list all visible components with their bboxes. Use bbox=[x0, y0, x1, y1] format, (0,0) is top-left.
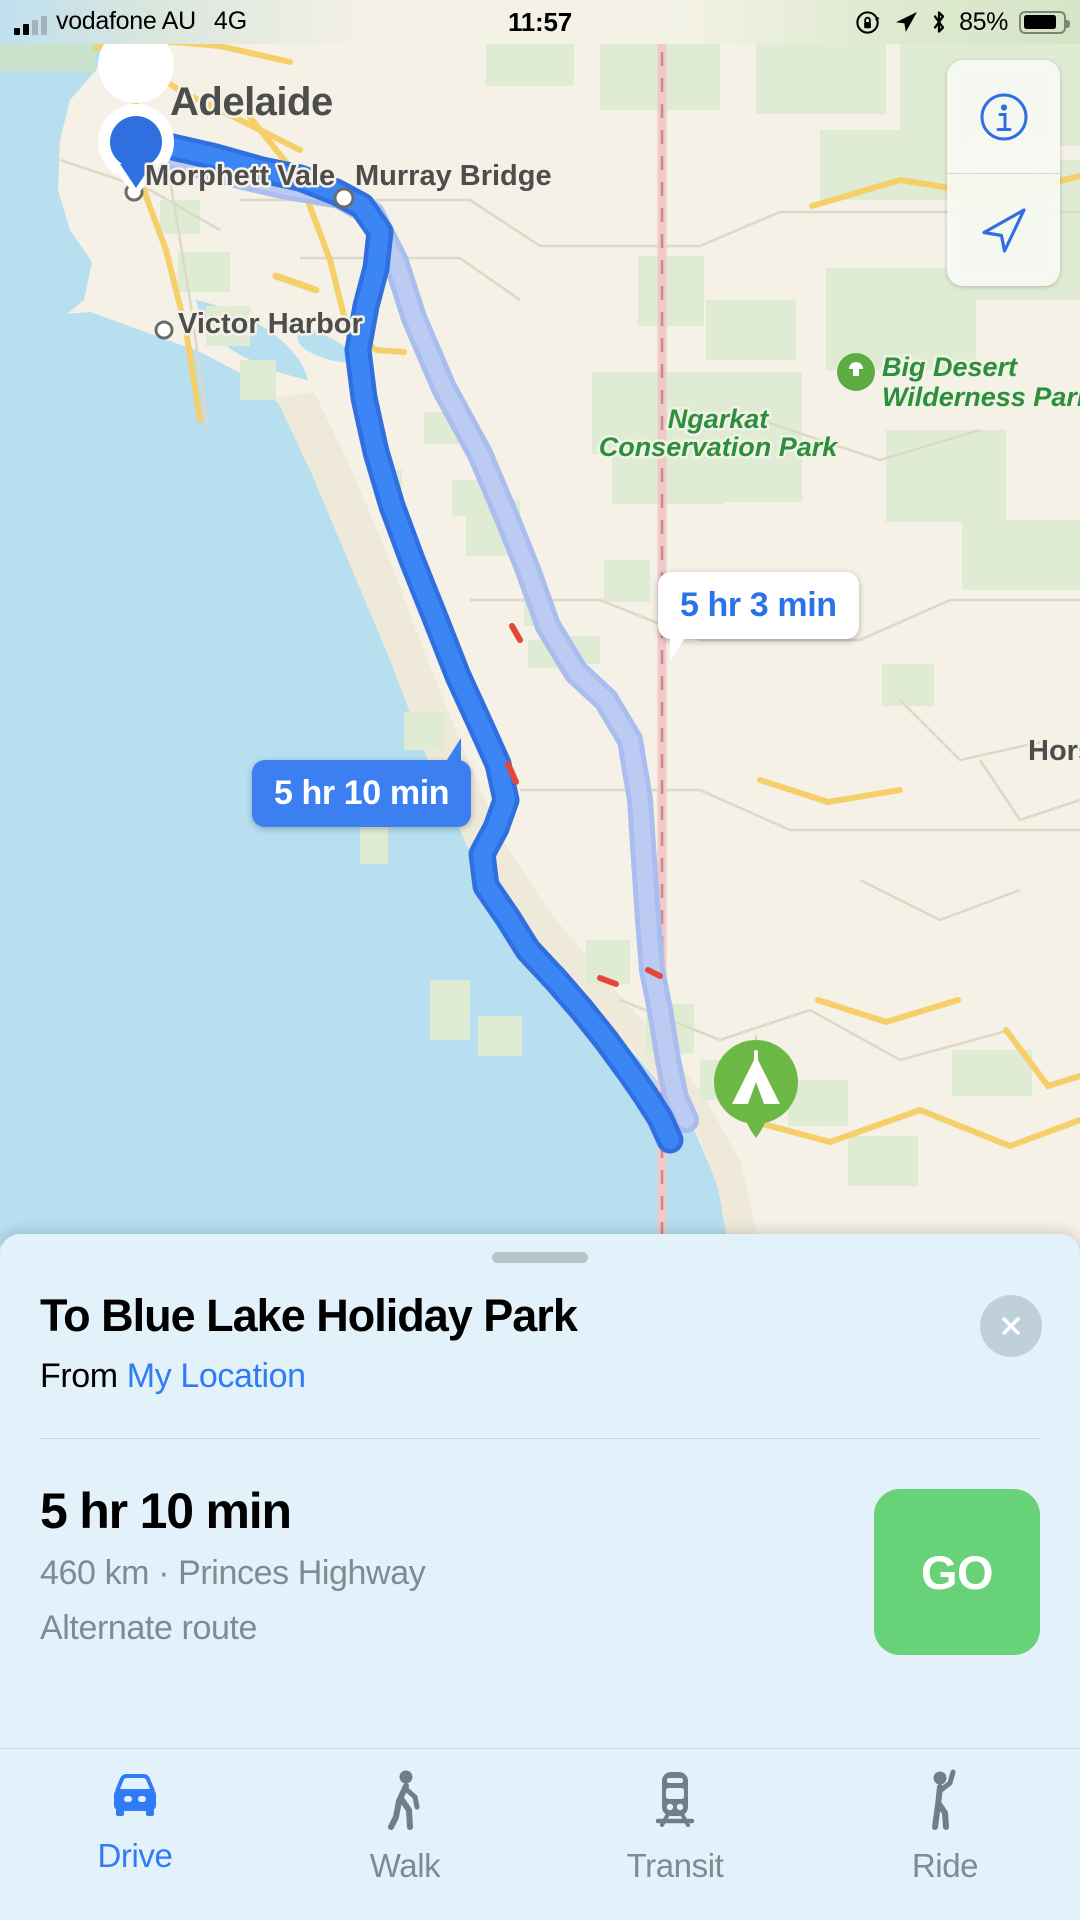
tab-walk[interactable]: Walk bbox=[270, 1769, 540, 1885]
destination-title: To Blue Lake Holiday Park bbox=[40, 1290, 578, 1341]
maps-app-screen: vodafone AU 4G 11:57 85% Adelaide Morphe… bbox=[0, 0, 1080, 1920]
route-duration: 5 hr 10 min bbox=[40, 1483, 292, 1539]
train-icon bbox=[655, 1772, 695, 1827]
svg-text:Morphett Vale: Morphett Vale bbox=[145, 160, 335, 192]
map-info-button[interactable] bbox=[947, 60, 1060, 173]
locate-arrow-icon bbox=[981, 208, 1026, 253]
directions-sheet: To Blue Lake Holiday Park From My Locati… bbox=[0, 1234, 1080, 1920]
svg-text:Hors: Hors bbox=[1028, 735, 1080, 767]
status-bar-clock: 11:57 bbox=[507, 6, 573, 37]
close-button[interactable] bbox=[980, 1295, 1042, 1357]
battery-icon bbox=[1019, 10, 1070, 34]
close-icon bbox=[1002, 1317, 1020, 1335]
sheet-header: To Blue Lake Holiday Park From My Locati… bbox=[0, 1263, 1080, 1396]
route-distance-via: 460 km · Princes Highway bbox=[40, 1553, 426, 1592]
tab-transit[interactable]: Transit bbox=[540, 1769, 810, 1885]
svg-text:Wilderness Park: Wilderness Park bbox=[882, 382, 1080, 412]
walk-icon bbox=[388, 1770, 420, 1830]
svg-text:Murray Bridge: Murray Bridge bbox=[355, 160, 552, 192]
transport-mode-tabbar: Drive Walk Transit Ride bbox=[0, 1748, 1080, 1920]
map-locate-button[interactable] bbox=[947, 173, 1060, 286]
origin-value-link[interactable]: My Location bbox=[127, 1357, 306, 1395]
tab-ride[interactable]: Ride bbox=[810, 1769, 1080, 1885]
route-option-row[interactable]: 5 hr 10 min 460 km · Princes Highway Alt… bbox=[0, 1439, 1080, 1748]
sheet-grabber-handle[interactable] bbox=[492, 1252, 588, 1263]
info-icon bbox=[980, 93, 1027, 140]
svg-text:Victor Harbor: Victor Harbor bbox=[178, 308, 363, 340]
tab-transit-label: Transit bbox=[626, 1847, 724, 1884]
tab-ride-label: Ride bbox=[911, 1847, 979, 1884]
map-canvas[interactable]: Adelaide Morphett Vale Murray Bridge Vic… bbox=[0, 0, 1080, 1245]
svg-text:Big Desert: Big Desert bbox=[882, 352, 1018, 382]
primary-route-callout[interactable]: 5 hr 10 min bbox=[252, 738, 472, 827]
route-note: Alternate route bbox=[40, 1608, 258, 1647]
car-icon bbox=[114, 1773, 156, 1816]
origin-row: From My Location bbox=[40, 1357, 1040, 1396]
from-label: From bbox=[40, 1356, 118, 1395]
svg-text:Conservation Park: Conservation Park bbox=[599, 432, 840, 462]
map-controls-group bbox=[947, 60, 1060, 286]
svg-text:Ngarkat: Ngarkat bbox=[668, 404, 770, 434]
go-button[interactable]: GO bbox=[874, 1489, 1040, 1655]
route-details: 5 hr 10 min 460 km · Princes Highway Alt… bbox=[40, 1485, 874, 1648]
big-desert-park-badge bbox=[837, 353, 875, 391]
svg-text:Adelaide: Adelaide bbox=[170, 80, 333, 124]
ride-icon bbox=[932, 1769, 956, 1830]
tab-drive-label: Drive bbox=[97, 1837, 173, 1874]
tab-walk-label: Walk bbox=[369, 1847, 441, 1884]
alternate-route-callout[interactable]: 5 hr 3 min bbox=[658, 572, 859, 662]
tab-drive[interactable]: Drive bbox=[0, 1769, 270, 1875]
status-bar: vodafone AU 4G 11:57 85% bbox=[0, 0, 1080, 44]
